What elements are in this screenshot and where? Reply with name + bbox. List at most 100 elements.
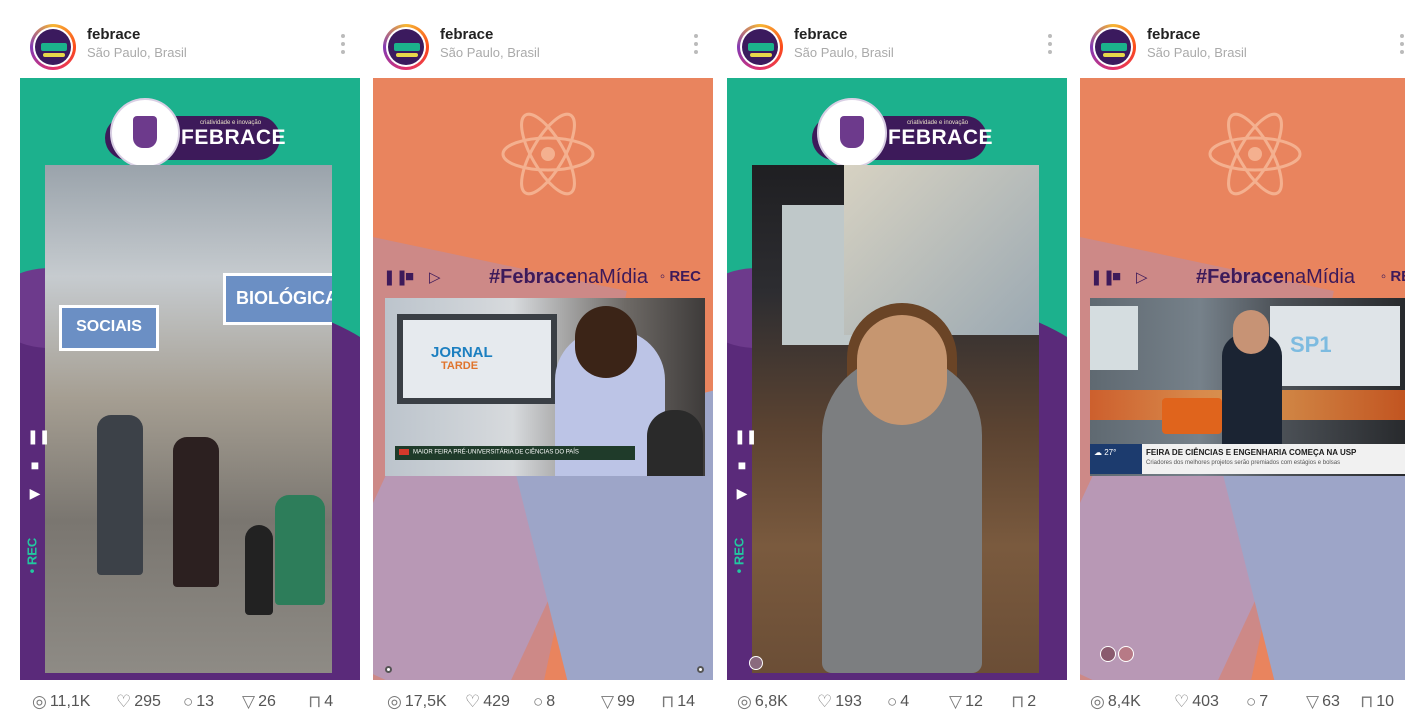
share-icon: ▽ [949, 692, 963, 711]
username[interactable]: febrace [1147, 26, 1200, 43]
post-media[interactable]: criatividade e inovação FEBRACE SOCIAIS … [20, 78, 360, 680]
bookmark-icon: ⊓ [1360, 692, 1374, 711]
rec-label: ◦ REC [1380, 268, 1405, 285]
comments-stat[interactable]: ○ 7 [1246, 692, 1268, 712]
avatar[interactable] [30, 24, 76, 70]
username[interactable]: febrace [87, 26, 140, 43]
rec-label: • REC [731, 537, 747, 574]
location[interactable]: São Paulo, Brasil [1147, 45, 1247, 60]
rec-label: ◦ REC [659, 268, 701, 285]
views-stat[interactable]: ◎ 8,4K [1090, 692, 1141, 712]
avatar-icon [1118, 646, 1134, 662]
post-header: febrace São Paulo, Brasil [20, 8, 360, 78]
post-header: febrace São Paulo, Brasil [727, 8, 1067, 78]
shares-stat[interactable]: ▽ 12 [949, 692, 983, 712]
saves-stat[interactable]: ⊓ 10 [1360, 692, 1394, 712]
tv-brand-sub: TARDE [441, 360, 479, 372]
eye-icon: ◎ [737, 692, 752, 711]
more-options-icon[interactable] [693, 34, 699, 58]
post-media[interactable]: ❚❚ ■ ▷ #FebracenaMídia ◦ REC JORNAL TARD… [373, 78, 713, 680]
comments-stat[interactable]: ○ 4 [887, 692, 909, 712]
post-header: febrace São Paulo, Brasil [1080, 8, 1405, 78]
event-photo: SOCIAIS BIOLÓGICA [45, 165, 332, 673]
location[interactable]: São Paulo, Brasil [87, 45, 187, 60]
shares-stat[interactable]: ▽ 26 [242, 692, 276, 712]
avatar[interactable] [1090, 24, 1136, 70]
rec-label: • REC [24, 537, 40, 574]
tv-brand-panel: SP1 [1270, 306, 1400, 386]
likes-stat[interactable]: ♡ 403 [1174, 692, 1219, 712]
sign-interpreter [647, 410, 703, 476]
saves-stat[interactable]: ⊓ 14 [661, 692, 695, 712]
avatar[interactable] [737, 24, 783, 70]
shares-stat[interactable]: ▽ 63 [1306, 692, 1340, 712]
logo-emblem-icon [110, 98, 180, 168]
person-figure [245, 525, 273, 615]
play-icon: ▷ [429, 269, 441, 286]
post-header: febrace São Paulo, Brasil [373, 8, 713, 78]
share-icon: ▽ [1306, 692, 1320, 711]
indicator-dot [697, 666, 704, 673]
weather-badge: ☁ 27° [1090, 444, 1142, 474]
logo-emblem-icon [817, 98, 887, 168]
likes-stat[interactable]: ♡ 295 [116, 692, 161, 712]
lower-third: ☁ 27° FEIRA DE CIÊNCIAS E ENGENHARIA COM… [1090, 444, 1405, 474]
eye-icon: ◎ [387, 692, 402, 711]
banner-biologica: BIOLÓGICA [223, 273, 332, 325]
indicator-dot [385, 666, 392, 673]
more-options-icon[interactable] [1399, 34, 1405, 58]
more-options-icon[interactable] [1047, 34, 1053, 58]
username[interactable]: febrace [794, 26, 847, 43]
saves-stat[interactable]: ⊓ 4 [308, 692, 333, 712]
views-stat[interactable]: ◎ 11,1K [32, 692, 90, 712]
post-card[interactable]: febrace São Paulo, Brasil ❚❚ ■ ▷ #Febrac… [1080, 8, 1405, 720]
avatar-icon [1100, 646, 1116, 662]
atom-icon [1208, 112, 1302, 196]
comment-icon: ○ [533, 692, 544, 711]
stop-icon: ■ [737, 457, 747, 473]
post-card[interactable]: febrace São Paulo, Brasil ❚❚ ■ ▷ #Febrac… [373, 8, 713, 720]
eye-icon: ◎ [1090, 692, 1105, 711]
share-icon: ▽ [242, 692, 256, 711]
play-icon: ▶ [736, 485, 748, 501]
post-card[interactable]: febrace São Paulo, Brasil criatividade e… [727, 8, 1067, 720]
comments-stat[interactable]: ○ 8 [533, 692, 555, 712]
location[interactable]: São Paulo, Brasil [440, 45, 540, 60]
likes-stat[interactable]: ♡ 429 [465, 692, 510, 712]
likes-stat[interactable]: ♡ 193 [817, 692, 862, 712]
post-media[interactable]: ❚❚ ■ ▷ #FebracenaMídia ◦ REC SP1 ☁ 27° F… [1080, 78, 1405, 680]
tv-clip: JORNAL TARDE MAIOR FEIRA PRÉ-UNIVERSITÁR… [385, 298, 705, 476]
heart-icon: ♡ [465, 692, 481, 711]
viewer-avatars [1100, 646, 1136, 667]
post-card[interactable]: febrace São Paulo, Brasil criatividade e… [20, 8, 360, 720]
play-icon: ▶ [29, 485, 41, 501]
bookmark-icon: ⊓ [308, 692, 322, 711]
views-stat[interactable]: ◎ 6,8K [737, 692, 788, 712]
stop-icon: ■ [30, 457, 40, 473]
person-figure [275, 495, 325, 605]
post-stats: ◎ 11,1K ♡ 295 ○ 13 ▽ 26 ⊓ 4 [20, 688, 360, 720]
bookmark-icon: ⊓ [1011, 692, 1025, 711]
location[interactable]: São Paulo, Brasil [794, 45, 894, 60]
share-icon: ▽ [601, 692, 615, 711]
saves-stat[interactable]: ⊓ 2 [1011, 692, 1036, 712]
post-grid: febrace São Paulo, Brasil criatividade e… [0, 0, 1405, 720]
eye-icon: ◎ [32, 692, 47, 711]
more-options-icon[interactable] [340, 34, 346, 58]
post-stats: ◎ 6,8K ♡ 193 ○ 4 ▽ 12 ⊓ 2 [727, 688, 1067, 720]
post-media[interactable]: criatividade e inovação FEBRACE ❚❚ ■ ▶ •… [727, 78, 1067, 680]
play-icon: ▷ [1136, 269, 1148, 286]
comment-icon: ○ [183, 692, 194, 711]
username[interactable]: febrace [440, 26, 493, 43]
comments-stat[interactable]: ○ 13 [183, 692, 214, 712]
avatar[interactable] [383, 24, 429, 70]
lower-third: MAIOR FEIRA PRÉ-UNIVERSITÁRIA DE CIÊNCIA… [395, 446, 635, 460]
post-stats: ◎ 8,4K ♡ 403 ○ 7 ▽ 63 ⊓ 10 [1080, 688, 1405, 720]
person-figure [173, 437, 219, 587]
shares-stat[interactable]: ▽ 99 [601, 692, 635, 712]
avatar-icon [749, 656, 763, 670]
views-stat[interactable]: ◎ 17,5K [387, 692, 447, 712]
cloud-icon: ☁ [1094, 448, 1105, 457]
heart-icon: ♡ [1174, 692, 1190, 711]
comment-icon: ○ [887, 692, 898, 711]
